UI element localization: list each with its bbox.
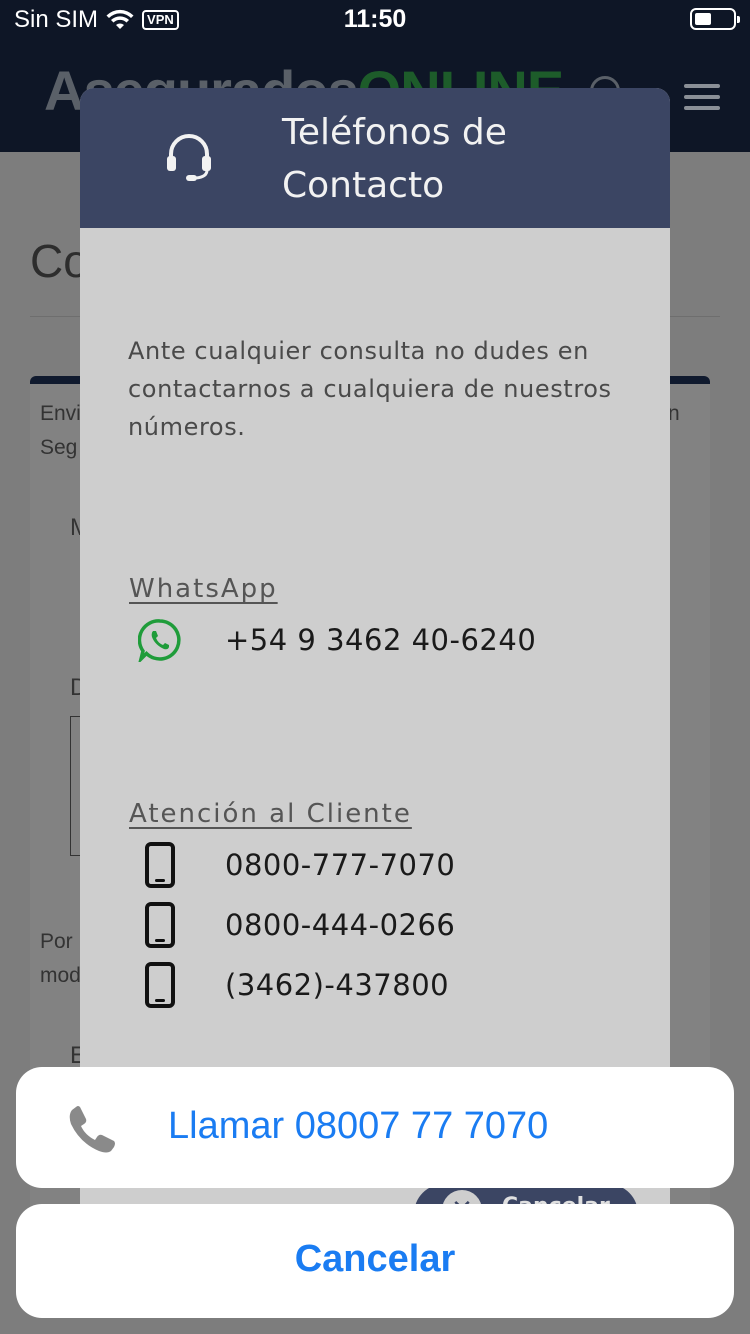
modal-header: Teléfonos de Contacto	[80, 88, 670, 228]
whatsapp-section-label: WhatsApp	[129, 574, 278, 604]
headset-icon	[167, 134, 211, 181]
contact-phones-modal: Teléfonos de Contacto Ante cualquier con…	[80, 88, 670, 1238]
card-text-1: Envi	[40, 402, 81, 425]
phone-contact-row[interactable]: 0800-444-0266	[136, 900, 455, 950]
modal-title: Teléfonos de Contacto	[282, 112, 507, 206]
phone-number-1[interactable]: 0800-777-7070	[225, 848, 455, 882]
action-sheet-cancel-label: Cancelar	[294, 1238, 456, 1280]
mobile-phone-icon	[145, 902, 175, 948]
action-sheet-cancel-button[interactable]: Cancelar	[16, 1204, 734, 1318]
card-text-5: mod	[40, 964, 81, 987]
clock: 11:50	[343, 5, 407, 33]
mobile-phone-icon	[145, 962, 175, 1008]
call-action-button[interactable]: Llamar 08007 77 7070	[16, 1067, 734, 1188]
card-text-4: Por	[40, 930, 73, 953]
whatsapp-number[interactable]: +54 9 3462 40-6240	[225, 623, 536, 657]
phone-number-2[interactable]: 0800-444-0266	[225, 908, 455, 942]
modal-intro-text: Ante cualquier consulta no dudes en cont…	[128, 337, 612, 441]
whatsapp-contact-row[interactable]: +54 9 3462 40-6240	[136, 615, 536, 665]
battery-icon	[690, 8, 740, 30]
card-text-2: Seg	[40, 436, 78, 459]
whatsapp-icon	[138, 619, 181, 662]
customer-service-section-label: Atención al Cliente	[129, 799, 412, 829]
call-action-label: Llamar 08007 77 7070	[168, 1105, 549, 1147]
phone-number-3[interactable]: (3462)-437800	[225, 968, 449, 1002]
status-bar: Sin SIM VPN 11:50	[0, 0, 750, 40]
phone-contact-row[interactable]: 0800-777-7070	[136, 840, 455, 890]
hamburger-menu-icon[interactable]	[684, 84, 720, 110]
mobile-phone-icon	[145, 842, 175, 888]
phone-handset-icon	[69, 1106, 115, 1153]
phone-contact-row[interactable]: (3462)-437800	[136, 960, 449, 1010]
